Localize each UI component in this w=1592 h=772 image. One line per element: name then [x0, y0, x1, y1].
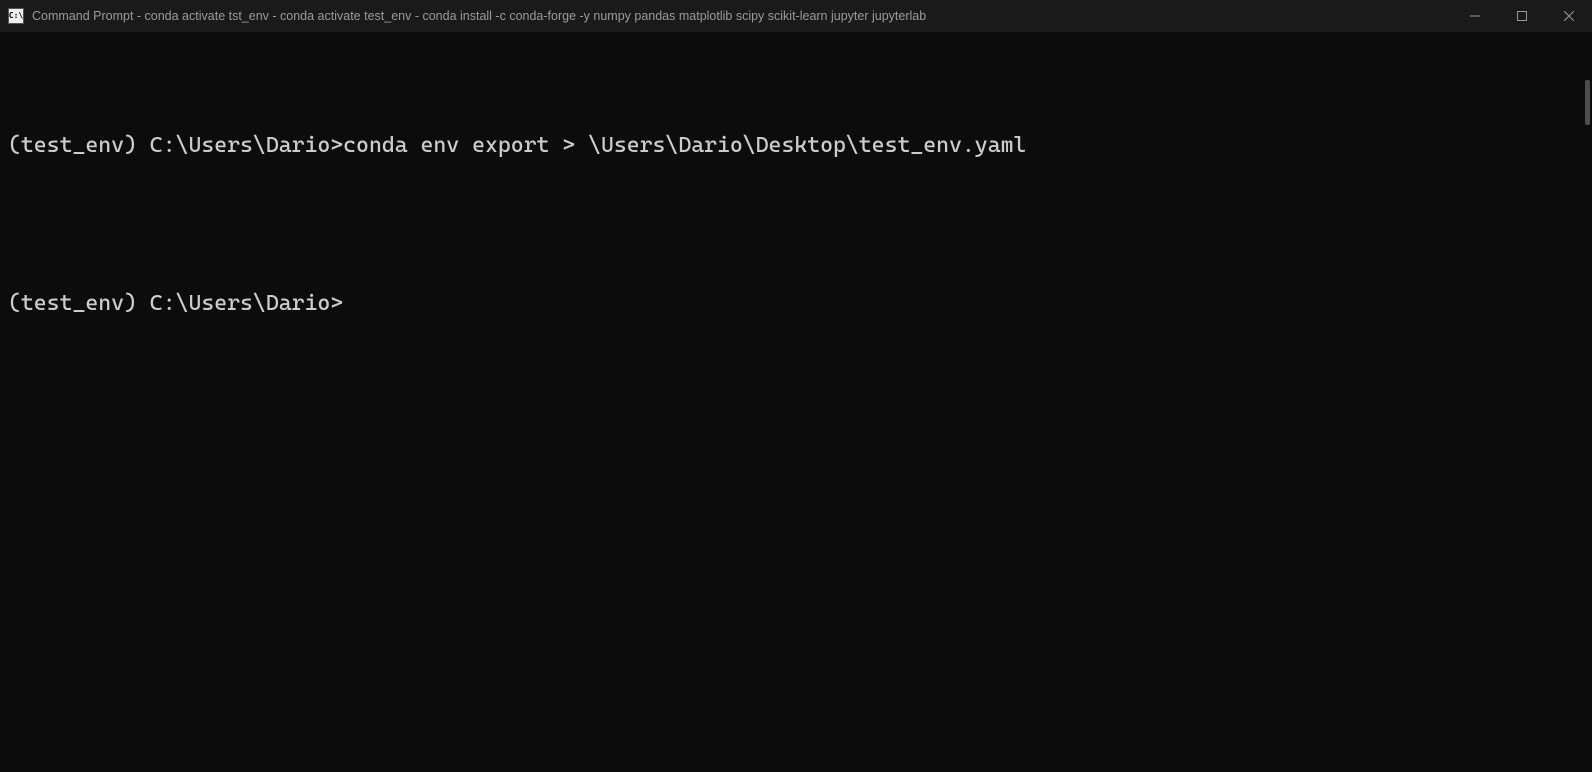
cmd-icon-glyph: C:\: [9, 12, 23, 20]
close-button[interactable]: [1545, 0, 1592, 32]
maximize-button[interactable]: [1498, 0, 1545, 32]
window-titlebar: C:\ Command Prompt - conda activate tst_…: [0, 0, 1592, 32]
terminal-line: (test_env) C:\Users\Dario>conda env expo…: [8, 133, 1584, 159]
scrollbar-thumb[interactable]: [1585, 80, 1590, 125]
scrollbar-track[interactable]: [1578, 32, 1592, 772]
window-title: Command Prompt - conda activate tst_env …: [32, 9, 926, 23]
terminal-content: (test_env) C:\Users\Dario>conda env expo…: [0, 32, 1592, 378]
close-icon: [1564, 11, 1574, 21]
window-controls: [1451, 0, 1592, 32]
terminal-line: [8, 212, 1584, 238]
terminal-area[interactable]: (test_env) C:\Users\Dario>conda env expo…: [0, 32, 1592, 772]
minimize-button[interactable]: [1451, 0, 1498, 32]
minimize-icon: [1470, 11, 1480, 21]
cmd-app-icon: C:\: [8, 8, 24, 24]
terminal-line: (test_env) C:\Users\Dario>: [8, 291, 1584, 317]
maximize-icon: [1517, 11, 1527, 21]
titlebar-left: C:\ Command Prompt - conda activate tst_…: [0, 8, 1451, 24]
